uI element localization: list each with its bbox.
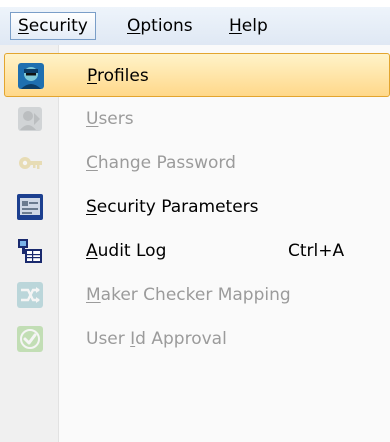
- menu-item-security-parameters[interactable]: Security Parameters: [4, 185, 390, 229]
- menu-item-label: Users: [86, 109, 134, 129]
- menu-item-label: Profiles: [87, 66, 149, 86]
- menu-help[interactable]: Help: [222, 12, 275, 40]
- menu-item-audit-log[interactable]: Audit Log Ctrl+A: [4, 229, 390, 273]
- menu-item-label: Change Password: [86, 153, 236, 173]
- menu-item-label: User Id Approval: [86, 329, 227, 349]
- menu-item-label: Maker Checker Mapping: [86, 285, 291, 305]
- menu-item-user-id-approval[interactable]: User Id Approval: [4, 317, 390, 361]
- menu-bar: Security Options Help: [0, 7, 390, 46]
- clipped-window-text: [0, 0, 390, 7]
- profile-agent-icon: [18, 63, 44, 89]
- menu-item-users[interactable]: Users: [4, 97, 390, 141]
- security-dropdown-menu: Profiles Users Change Password Security …: [0, 45, 390, 442]
- shortcut-label: Ctrl+A: [288, 241, 345, 261]
- menu-options[interactable]: Options: [120, 12, 200, 40]
- users-icon: [18, 107, 42, 131]
- menu-item-change-password[interactable]: Change Password: [4, 141, 390, 185]
- menu-security[interactable]: Security: [10, 12, 96, 40]
- menu-item-profiles[interactable]: Profiles: [4, 53, 390, 97]
- menu-item-label: Security Parameters: [86, 197, 259, 217]
- menu-item-label: Audit Log: [86, 241, 167, 261]
- menu-item-maker-checker-mapping[interactable]: Maker Checker Mapping: [4, 273, 390, 317]
- audit-log-icon: [18, 239, 42, 263]
- approval-check-icon: [17, 326, 43, 352]
- security-parameters-icon: [17, 194, 43, 220]
- key-icon: [19, 157, 42, 169]
- mapping-icon: [17, 282, 43, 308]
